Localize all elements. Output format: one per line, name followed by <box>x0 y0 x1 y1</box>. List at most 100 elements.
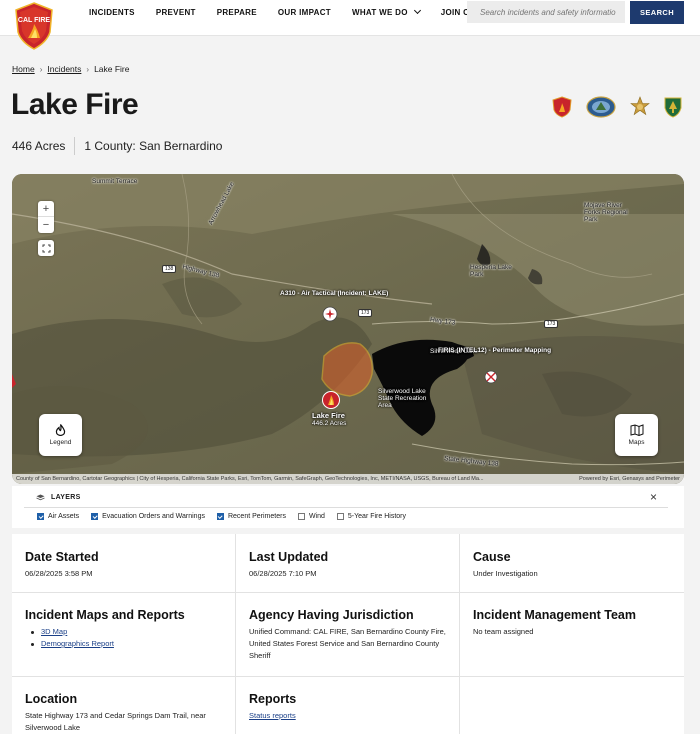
nav-what-we-do[interactable]: WHAT WE DO <box>351 6 421 17</box>
highway-shield: 173 <box>544 320 559 328</box>
map-place-label: Silverwood Lake State Recreation Area <box>378 388 427 409</box>
legend-button[interactable]: Legend <box>39 414 82 456</box>
nav-prevent[interactable]: PREVENT <box>156 8 196 17</box>
maps-button-label: Maps <box>628 439 645 446</box>
breadcrumb-separator: › <box>86 64 90 74</box>
page-title: Lake Fire <box>11 88 139 121</box>
list-item: Demographics Report <box>31 638 225 650</box>
breadcrumb-separator: › <box>39 64 43 74</box>
aircraft-icon[interactable] <box>322 306 338 322</box>
last-updated-value: 06/28/2025 7:10 PM <box>249 569 317 578</box>
incident-county: 1 County: San Bernardino <box>84 139 223 153</box>
fire-acres-label: 446.2 Acres <box>312 420 347 427</box>
location-label: Location <box>25 692 78 706</box>
cal-fire-badge-icon <box>552 96 572 118</box>
cal-fire-logo[interactable]: CAL FIRE <box>14 2 54 50</box>
cause-label: Cause <box>473 550 511 564</box>
search-button[interactable]: SEARCH <box>630 1 684 24</box>
nav-our-impact[interactable]: OUR IMPACT <box>278 8 331 17</box>
checkbox-checked[interactable] <box>91 513 99 520</box>
last-updated-cell: Last Updated 06/28/2025 7:10 PM <box>249 550 449 580</box>
county-fire-badge-icon <box>586 96 616 118</box>
incident-summary: 446 Acres 1 County: San Bernardino <box>12 137 222 155</box>
close-icon[interactable]: × <box>650 490 657 504</box>
layer-label: Air Assets <box>48 513 80 520</box>
layers-icon <box>36 494 45 501</box>
agency-cell: Agency Having Jurisdiction Unified Comma… <box>249 608 449 662</box>
layers-panel: LAYERS × Air Assets Evacuation Orders an… <box>12 486 684 528</box>
attribution-powered-by[interactable]: Powered by Esri, Genasys and Perimeter <box>579 476 680 482</box>
highway-shield: 138 <box>162 265 177 273</box>
maps-button[interactable]: Maps <box>615 414 658 456</box>
grid-divider <box>235 534 236 734</box>
maps-reports-label: Incident Maps and Reports <box>25 608 185 622</box>
forest-service-shield-icon <box>664 97 682 118</box>
status-reports-link[interactable]: Status reports <box>249 710 449 722</box>
maps-reports-cell: Incident Maps and Reports 3D Map Demogra… <box>25 608 225 650</box>
nav-prepare[interactable]: PREPARE <box>217 8 257 17</box>
nav-incidents[interactable]: INCIDENTS <box>89 8 135 17</box>
agency-label: Agency Having Jurisdiction <box>249 608 414 622</box>
map-place-label: Mojave River Forks Regional Park <box>584 202 628 223</box>
layer-fire-history[interactable]: 5-Year Fire History <box>336 513 406 520</box>
checkbox-unchecked[interactable] <box>297 513 305 520</box>
cause-cell: Cause Under Investigation <box>473 550 673 580</box>
layers-divider <box>24 507 668 508</box>
incident-acres: 446 Acres <box>12 139 66 153</box>
breadcrumb-incidents[interactable]: Incidents <box>47 64 81 74</box>
management-team-value: No team assigned <box>473 627 534 636</box>
demographics-report-link[interactable]: Demographics Report <box>41 638 114 650</box>
helicopter-icon[interactable] <box>484 370 498 384</box>
layer-label: Evacuation Orders and Warnings <box>102 513 205 520</box>
main-nav: INCIDENTS PREVENT PREPARE OUR IMPACT WHA… <box>89 0 523 24</box>
checkbox-checked[interactable] <box>37 513 44 520</box>
sheriff-star-icon <box>630 96 650 116</box>
date-started-label: Date Started <box>25 550 99 564</box>
layer-evacuation-orders[interactable]: Evacuation Orders and Warnings <box>91 513 205 520</box>
breadcrumb-home[interactable]: Home <box>12 64 35 74</box>
cause-value: Under Investigation <box>473 569 538 578</box>
fullscreen-icon <box>42 244 50 252</box>
reports-cell: Reports Status reports <box>249 692 449 722</box>
map-place-label: Summit Terrace <box>92 178 138 185</box>
checkbox-unchecked[interactable] <box>336 513 344 520</box>
chevron-down-icon <box>413 6 421 15</box>
fullscreen-button[interactable] <box>38 240 54 256</box>
aircraft-label: A310 - Air Tactical (Incident: LAKE) <box>280 290 389 297</box>
search-input[interactable] <box>467 1 625 23</box>
incident-map[interactable]: + − Summit Terrace Silverwood Lake State… <box>12 174 684 484</box>
management-team-label: Incident Management Team <box>473 608 636 622</box>
3d-map-link[interactable]: 3D Map <box>41 626 67 638</box>
incident-details: Date Started 06/28/2025 3:58 PM Last Upd… <box>12 534 684 734</box>
legend-button-label: Legend <box>49 439 72 446</box>
layer-label: 5-Year Fire History <box>347 513 406 520</box>
map-icon <box>630 424 643 436</box>
fire-incident-icon[interactable] <box>322 390 340 410</box>
attribution-sources[interactable]: County of San Bernardino, Cartotar Geogr… <box>16 476 484 482</box>
site-header: CAL FIRE INCIDENTS PREVENT PREPARE OUR I… <box>0 0 700 50</box>
agency-logos <box>552 96 682 118</box>
layer-air-assets[interactable]: Air Assets <box>37 513 79 520</box>
perimeter-mapping-label: FIRIS (INTEL12) - Perimeter Mapping <box>438 347 552 354</box>
fire-name-label: Lake Fire <box>312 411 345 420</box>
layer-wind[interactable]: Wind <box>297 513 325 520</box>
zoom-out-button[interactable]: − <box>38 217 54 233</box>
agency-value: Unified Command: CAL FIRE, San Bernardin… <box>249 627 446 660</box>
list-item: 3D Map <box>31 626 225 638</box>
date-started-value: 06/28/2025 3:58 PM <box>25 569 93 578</box>
layer-recent-perimeters[interactable]: Recent Perimeters <box>216 513 286 520</box>
layer-options: Air Assets Evacuation Orders and Warning… <box>37 513 418 520</box>
reports-label: Reports <box>249 692 297 706</box>
grid-divider <box>12 592 684 593</box>
maps-reports-list: 3D Map Demographics Report <box>25 626 225 650</box>
checkbox-checked[interactable] <box>216 513 224 520</box>
logo-wordmark: CAL FIRE <box>18 17 50 24</box>
grid-divider <box>12 676 684 677</box>
zoom-in-button[interactable]: + <box>38 201 54 217</box>
nav-what-we-do-label: WHAT WE DO <box>351 7 408 17</box>
layers-header[interactable]: LAYERS <box>36 494 81 501</box>
summary-divider <box>74 137 76 155</box>
layer-label: Recent Perimeters <box>227 513 286 520</box>
zoom-controls: + − <box>38 201 54 233</box>
last-updated-label: Last Updated <box>249 550 329 564</box>
